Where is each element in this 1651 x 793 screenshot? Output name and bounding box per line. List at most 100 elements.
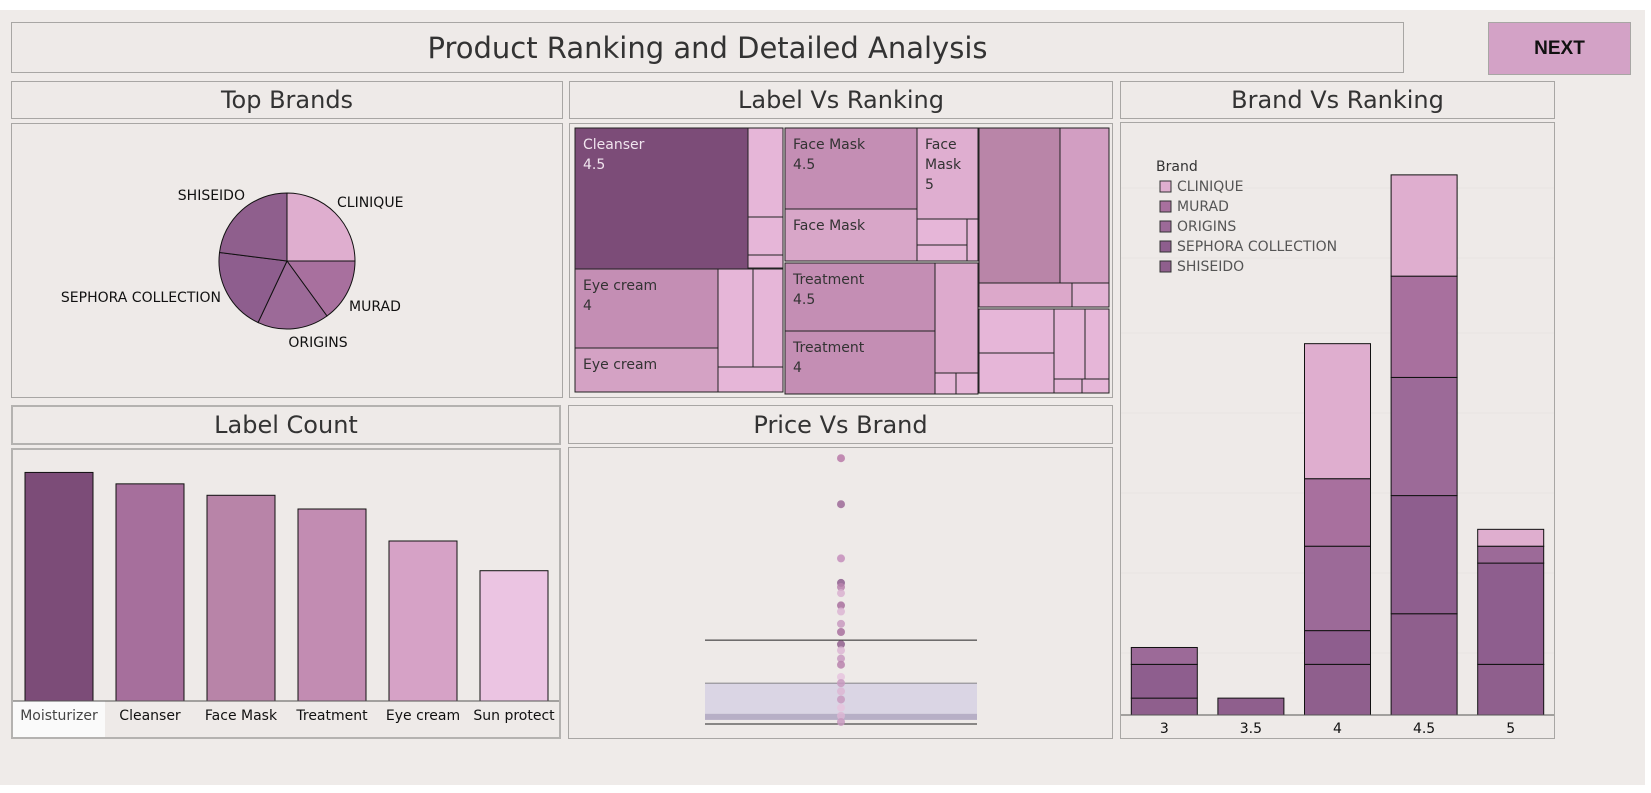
bar-segment-sephora-collection[interactable] <box>1477 562 1545 665</box>
bar-segment-shiseido[interactable] <box>1217 697 1285 716</box>
treemap-cell-label: Eye cream <box>583 357 657 373</box>
bar-segment-clinique[interactable] <box>1304 343 1371 480</box>
legend-swatch <box>1159 240 1172 253</box>
top-brands-title: Top Brands <box>220 86 354 114</box>
legend-item-label: CLINIQUE <box>1177 179 1243 195</box>
price-vs-brand-panel <box>568 447 1113 739</box>
bar-treatment[interactable] <box>297 508 367 702</box>
bar-segment-shiseido[interactable] <box>1390 613 1458 716</box>
treemap-chart[interactable]: Cleanser 4.5Eye cream 4Eye creamFace Mask 4… <box>570 124 1112 397</box>
label-count-chart[interactable]: Moisturizer Cleanser Face Mask Treatment Eye… <box>13 450 559 737</box>
bar-segment-sephora-collection[interactable] <box>1390 495 1458 615</box>
next-button[interactable]: NEXT <box>1488 22 1631 75</box>
treemap-cell[interactable] <box>955 372 979 395</box>
bar-segment-shiseido[interactable] <box>1477 663 1545 716</box>
legend-swatch <box>1159 200 1172 213</box>
treemap-cell[interactable] <box>916 244 968 262</box>
treemap-cell[interactable] <box>752 268 784 368</box>
treemap-cell[interactable] <box>747 127 784 218</box>
treemap-cell[interactable] <box>1059 127 1110 284</box>
treemap-cell[interactable] <box>747 254 784 269</box>
treemap-cell[interactable] <box>978 127 1061 284</box>
bar-segment-origins[interactable] <box>1390 376 1458 497</box>
bar-segment-sephora-collection[interactable] <box>1304 630 1371 665</box>
bar-segment-shiseido[interactable] <box>1304 663 1371 716</box>
bar-segment-clinique[interactable] <box>1390 174 1458 277</box>
x-tick-label: 3 <box>1160 721 1169 737</box>
bar-sun-protect[interactable] <box>479 570 549 702</box>
x-tick-label: 4.5 <box>1413 721 1435 737</box>
price-point[interactable] <box>837 589 845 598</box>
brand-ranking-chart[interactable]: 3 3.5 4 4.5 5 Brand CLINIQUE MURAD ORIGINS SEPHOR… <box>1121 123 1554 738</box>
treemap-cell[interactable] <box>717 268 754 368</box>
price-point[interactable] <box>837 679 845 688</box>
treemap-cell[interactable] <box>978 352 1055 394</box>
x-tick-label: Eye cream <box>386 708 460 724</box>
label-count-title: Label Count <box>214 411 358 439</box>
bar-segment-origins[interactable] <box>1304 545 1371 632</box>
legend-swatch <box>1159 220 1172 233</box>
top-brands-panel: CLINIQUE MURAD ORIGINS SEPHORA COLLECTION SH… <box>11 123 563 398</box>
treemap-cell[interactable] <box>966 218 979 262</box>
bar-cleanser[interactable] <box>115 483 185 702</box>
price-point[interactable] <box>837 703 845 712</box>
price-point[interactable] <box>837 717 845 726</box>
brand-vs-ranking-panel: 3 3.5 4 4.5 5 Brand CLINIQUE MURAD ORIGINS SEPHOR… <box>1120 122 1555 739</box>
treemap-cell-face-mask[interactable] <box>784 208 918 262</box>
page-title-bar: Product Ranking and Detailed Analysis <box>11 22 1404 73</box>
treemap-cell[interactable] <box>1084 308 1110 380</box>
treemap-cell[interactable] <box>934 262 979 374</box>
pie-label: SEPHORA COLLECTION <box>61 290 221 306</box>
price-point[interactable] <box>837 687 845 696</box>
treemap-cell[interactable] <box>934 372 957 395</box>
price-vs-brand-title-bar: Price Vs Brand <box>568 405 1113 444</box>
bar-moisturizer[interactable] <box>24 471 94 702</box>
legend-swatch <box>1159 260 1172 273</box>
legend-swatch <box>1159 180 1172 193</box>
price-point[interactable] <box>837 646 845 655</box>
treemap-cell[interactable] <box>1053 378 1083 394</box>
price-brand-chart[interactable] <box>569 448 1112 738</box>
label-vs-ranking-title-bar: Label Vs Ranking <box>569 81 1113 119</box>
bar-segment-origins[interactable] <box>1477 545 1545 564</box>
price-point[interactable] <box>837 554 845 563</box>
treemap-cell[interactable] <box>717 366 784 393</box>
brand-vs-ranking-title: Brand Vs Ranking <box>1231 86 1444 114</box>
price-point[interactable] <box>837 695 845 704</box>
x-tick-label: 5 <box>1506 721 1515 737</box>
label-vs-ranking-panel: Cleanser 4.5 Eye cream 4 Eye cream Face Mask 4… <box>569 123 1113 398</box>
price-point[interactable] <box>837 660 845 669</box>
legend-title: Brand <box>1156 159 1198 175</box>
bar-segment-murad[interactable] <box>1304 478 1371 547</box>
bar-segment-sephora-collection[interactable] <box>1130 663 1198 699</box>
treemap-cell[interactable] <box>747 216 784 256</box>
x-tick-label: Cleanser <box>119 708 181 724</box>
bar-segment-murad[interactable] <box>1390 275 1458 378</box>
brand-vs-ranking-title-bar: Brand Vs Ranking <box>1120 81 1555 119</box>
pie-label: MURAD <box>349 299 401 315</box>
treemap-cell[interactable] <box>978 282 1073 308</box>
label-vs-ranking-title: Label Vs Ranking <box>737 86 944 114</box>
treemap-cell[interactable] <box>1053 308 1086 380</box>
bar-segment-origins[interactable] <box>1130 646 1198 665</box>
treemap-cell[interactable] <box>1071 282 1110 308</box>
treemap-cell[interactable] <box>1081 378 1110 394</box>
x-tick-label: 3.5 <box>1240 721 1262 737</box>
bar-segment-shiseido[interactable] <box>1130 697 1198 716</box>
treemap-cell[interactable] <box>978 308 1055 354</box>
price-point[interactable] <box>837 619 845 628</box>
price-point[interactable] <box>837 607 845 616</box>
price-point[interactable] <box>837 454 845 463</box>
pie-label: SHISEIDO <box>178 188 245 204</box>
label-count-panel: Moisturizer Cleanser Face Mask Treatment Eye… <box>11 448 561 739</box>
label-count-title-bar: Label Count <box>11 405 561 445</box>
bar-face-mask[interactable] <box>206 494 276 702</box>
price-point[interactable] <box>837 628 845 636</box>
x-tick-label: Moisturizer <box>20 708 98 724</box>
price-point[interactable] <box>837 500 845 509</box>
bar-eye-cream[interactable] <box>388 540 458 702</box>
x-tick-label: 4 <box>1333 721 1342 737</box>
treemap-cell[interactable] <box>916 218 968 246</box>
pie-chart[interactable]: CLINIQUE MURAD ORIGINS SEPHORA COLLECTION SH… <box>12 124 562 397</box>
bar-segment-clinique[interactable] <box>1477 528 1545 547</box>
